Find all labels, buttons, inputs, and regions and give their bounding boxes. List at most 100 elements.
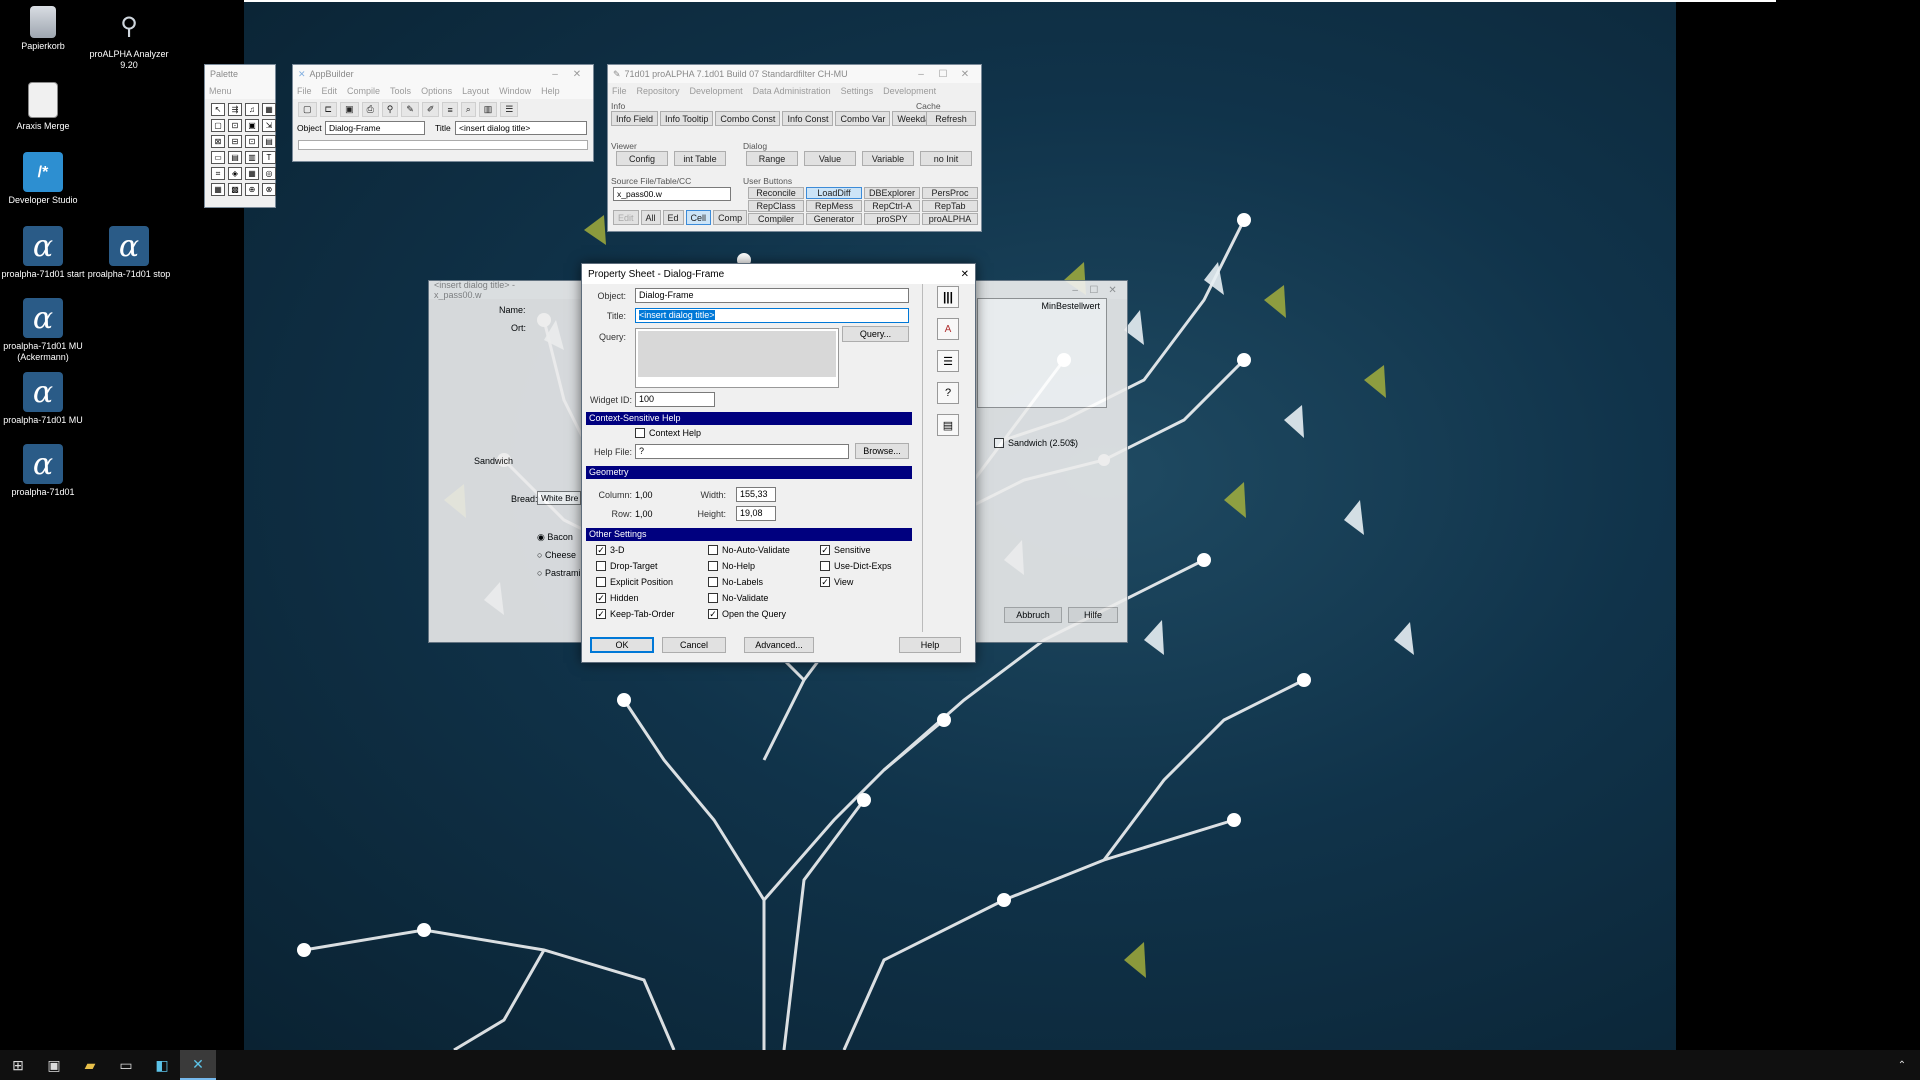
desktop-icon-proalpha-analyzer[interactable]: ⚲ proALPHA Analyzer 9.20 xyxy=(86,6,172,71)
repctrl-a-button[interactable]: RepCtrl-A xyxy=(864,200,920,212)
run-icon[interactable]: ✎ xyxy=(401,102,419,117)
checkbox-box[interactable] xyxy=(708,593,718,603)
menu-compile[interactable]: Compile xyxy=(347,86,380,96)
item-list[interactable]: MinBestellwert xyxy=(977,298,1107,408)
palette-tool[interactable]: ⇲ xyxy=(262,119,276,132)
title-field[interactable]: <insert dialog title> xyxy=(455,121,587,135)
checkbox-box[interactable]: ✓ xyxy=(820,545,830,555)
help-file-field[interactable]: ? xyxy=(635,444,849,459)
search-icon[interactable]: ⚲ xyxy=(381,102,399,117)
row-value[interactable]: 1,00 xyxy=(635,509,653,519)
terminal-icon[interactable]: ▭ xyxy=(108,1050,144,1080)
comp-button[interactable]: Comp xyxy=(713,210,748,225)
checkbox-box[interactable] xyxy=(994,438,1004,448)
appbuilder-window[interactable]: ✕ AppBuilder – ✕ File Edit Compile Tools… xyxy=(292,64,594,162)
maximize-icon[interactable]: ☐ xyxy=(932,69,954,80)
setting-checkbox[interactable]: Explicit Position xyxy=(596,577,673,587)
font-color-icon[interactable]: A xyxy=(937,318,959,340)
palette-titlebar[interactable]: Palette xyxy=(205,65,275,83)
menu-development-2[interactable]: Development xyxy=(883,86,936,96)
minimize-icon[interactable]: – xyxy=(544,69,566,80)
value-button[interactable]: Value xyxy=(804,151,856,166)
setting-checkbox[interactable]: No-Validate xyxy=(708,593,768,603)
palette-tool[interactable]: ⊕ xyxy=(245,183,259,196)
query-box[interactable] xyxy=(635,328,839,388)
desktop-icon-proalpha-start[interactable]: α proalpha-71d01 start xyxy=(0,226,86,280)
close-icon[interactable]: ✕ xyxy=(566,69,588,80)
palette-tool[interactable]: ▦ xyxy=(245,167,259,180)
no-init-button[interactable]: no Init xyxy=(920,151,972,166)
sandwich-checkbox[interactable]: Sandwich (2.50$) xyxy=(994,438,1078,448)
palette-tool[interactable]: ⊡ xyxy=(228,119,242,132)
close-icon[interactable]: ✕ xyxy=(1103,285,1122,296)
object-field[interactable]: Dialog-Frame xyxy=(325,121,425,135)
print-icon[interactable]: ⎙ xyxy=(361,102,379,117)
desktop-icon-developer-studio[interactable]: /* Developer Studio xyxy=(0,152,86,206)
palette-tool[interactable]: ▦ xyxy=(211,183,225,196)
task-view-icon[interactable]: ▣ xyxy=(36,1050,72,1080)
edit-button[interactable]: Edit xyxy=(613,210,639,225)
desktop-icon-proalpha-mu-ackermann[interactable]: α proalpha-71d01 MU (Ackermann) xyxy=(0,298,86,363)
checkbox-box[interactable]: ✓ xyxy=(708,609,718,619)
checkbox-box[interactable] xyxy=(708,561,718,571)
setting-checkbox[interactable]: No-Labels xyxy=(708,577,763,587)
palette-tool[interactable]: ◈ xyxy=(228,167,242,180)
menu-file[interactable]: File xyxy=(297,86,312,96)
file-explorer-icon[interactable]: ▰ xyxy=(72,1050,108,1080)
persproc-button[interactable]: PersProc xyxy=(922,187,978,199)
desktop-icon-proalpha-stop[interactable]: α proalpha-71d01 stop xyxy=(86,226,172,280)
setting-checkbox[interactable]: ✓ 3-D xyxy=(596,545,625,555)
setting-checkbox[interactable]: Drop-Target xyxy=(596,561,658,571)
browse-button[interactable]: Browse... xyxy=(855,443,909,459)
radio-cheese[interactable]: ○ Cheese xyxy=(537,546,580,564)
chevron-up-icon[interactable]: ⌃ xyxy=(1884,1050,1920,1080)
column-value[interactable]: 1,00 xyxy=(635,490,653,500)
palette-tool[interactable]: ⊗ xyxy=(262,183,276,196)
palette-tool[interactable]: ⊟ xyxy=(228,135,242,148)
menu-data-administration[interactable]: Data Administration xyxy=(753,86,831,96)
title-field[interactable]: <insert dialog title> xyxy=(635,308,909,323)
palette-tool[interactable]: ▤ xyxy=(228,151,242,164)
ok-button[interactable]: OK xyxy=(590,637,654,653)
radio-bacon[interactable]: ◉ Bacon xyxy=(537,528,580,546)
checkbox-box[interactable] xyxy=(635,428,645,438)
list-icon[interactable]: ≡ xyxy=(442,102,458,117)
checkbox-box[interactable] xyxy=(596,561,606,571)
int-table-button[interactable]: int Table xyxy=(674,151,726,166)
maximize-icon[interactable]: ☐ xyxy=(1084,285,1103,296)
palette-tool[interactable]: ▢ xyxy=(211,119,225,132)
ed-button[interactable]: Ed xyxy=(662,210,684,225)
context-help-checkbox[interactable]: Context Help xyxy=(635,428,701,438)
menu-repository[interactable]: Repository xyxy=(637,86,680,96)
menu-help[interactable]: Help xyxy=(541,86,560,96)
zoom-icon[interactable]: ⌕ xyxy=(460,102,476,117)
bread-select[interactable]: White Bre xyxy=(537,491,581,505)
reptab-button[interactable]: RepTab xyxy=(922,200,978,212)
appbuilder-icon[interactable]: ✕ xyxy=(180,1050,216,1080)
width-field[interactable]: 155,33 xyxy=(736,487,776,502)
variable-button[interactable]: Variable xyxy=(862,151,914,166)
appbuilder-scrollbar[interactable] xyxy=(298,140,588,150)
minimize-icon[interactable]: – xyxy=(910,69,932,80)
setting-checkbox[interactable]: ✓ Sensitive xyxy=(820,545,871,555)
property-sheet-dialog[interactable]: Property Sheet - Dialog-Frame ✕ Object: … xyxy=(581,263,976,663)
menu-window[interactable]: Window xyxy=(499,86,531,96)
developer-studio-icon[interactable]: ◧ xyxy=(144,1050,180,1080)
palette-tool[interactable]: ▩ xyxy=(228,183,242,196)
menu-options[interactable]: Options xyxy=(421,86,452,96)
object-field[interactable]: Dialog-Frame xyxy=(635,288,909,303)
edit-icon[interactable]: ✐ xyxy=(421,102,440,117)
advanced-button[interactable]: Advanced... xyxy=(744,637,814,653)
checkbox-box[interactable] xyxy=(708,577,718,587)
checkbox-box[interactable]: ✓ xyxy=(596,545,606,555)
repmess-button[interactable]: RepMess xyxy=(806,200,862,212)
save-icon[interactable]: ▣ xyxy=(340,102,359,117)
open-icon[interactable]: ⊏ xyxy=(319,102,338,117)
desktop-icon-proalpha[interactable]: α proalpha-71d01 xyxy=(0,444,86,498)
all-button[interactable]: All xyxy=(640,210,661,225)
desktop-icon-araxis-merge[interactable]: Araxis Merge xyxy=(0,82,86,132)
palette-window[interactable]: Palette Menu ↖ ⇶ ♫ ▦ ▢ ⊡ ▣ ⇲ ⊠ ⊟ ⊡ ▤ ▭ ▤… xyxy=(204,64,276,208)
palette-menu-label[interactable]: Menu xyxy=(209,86,232,96)
palette-tool[interactable]: ♫ xyxy=(245,103,259,116)
query-text-area[interactable] xyxy=(638,331,836,377)
